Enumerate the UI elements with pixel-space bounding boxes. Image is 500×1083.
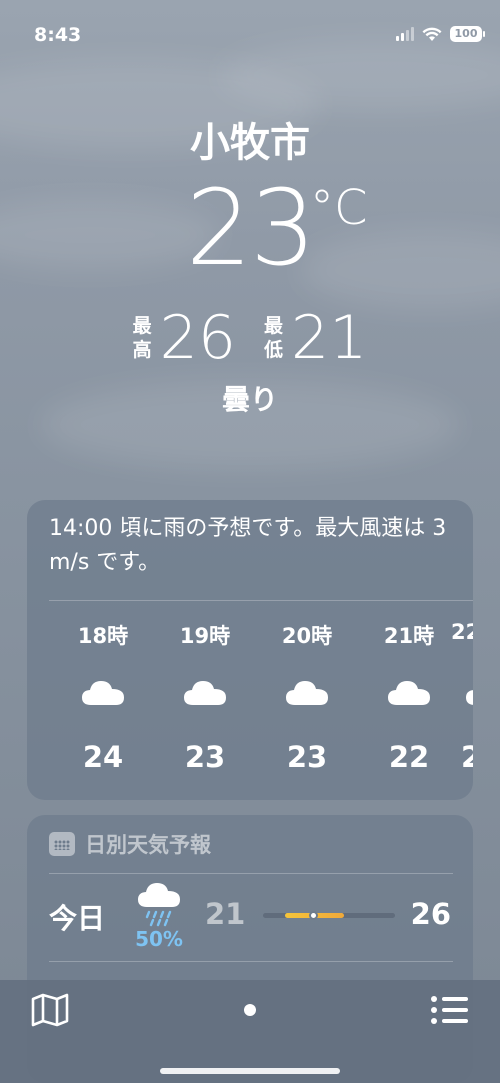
hourly-forecast-card[interactable]: 14:00 頃に雨の予想です。最大風速は 3 m/s です。 18時 24 19… [27, 500, 473, 800]
day-low: 21 [205, 897, 246, 931]
home-indicator[interactable] [160, 1068, 340, 1074]
map-icon[interactable] [30, 992, 70, 1032]
status-time: 8:43 [34, 24, 82, 46]
daily-header-label: 日別天気予報 [85, 833, 211, 857]
daily-header: 日別天気予報 [49, 829, 211, 859]
battery-icon: 100 [450, 26, 485, 42]
high-low: 最 高 26 最 低 21 [0, 304, 500, 372]
current-temperature-block: 23 [0, 168, 500, 288]
cloud-icon [465, 678, 473, 710]
day-high: 26 [410, 897, 451, 931]
high-label: 最 高 [132, 315, 152, 361]
temp-range-bar [263, 911, 395, 920]
page-indicator-dot[interactable] [244, 1004, 256, 1016]
calendar-icon [49, 832, 75, 856]
high-temp: 最 高 26 [133, 304, 236, 372]
current-temp-marker [309, 911, 319, 920]
low-value: 21 [291, 303, 368, 373]
daily-divider [49, 961, 453, 962]
list-icon[interactable] [430, 994, 470, 1030]
day-label: 今日 [49, 902, 106, 935]
temperature-unit: °C [310, 180, 368, 236]
wifi-icon [422, 27, 442, 42]
cellular-signal-icon [396, 27, 414, 41]
high-value: 26 [159, 303, 236, 373]
current-temperature: 23 [185, 167, 316, 289]
low-temp: 最 低 21 [264, 304, 367, 372]
cloud-icon [81, 678, 125, 710]
cloud-icon [183, 678, 227, 710]
low-label: 最 低 [264, 315, 284, 361]
status-bar: 8:43 100 [0, 0, 500, 70]
battery-level: 100 [454, 27, 478, 40]
precip-chance: 50% [135, 927, 183, 951]
cloud-rain-icon [137, 881, 183, 931]
weather-condition: 曇り [221, 383, 278, 416]
bottom-toolbar [0, 980, 500, 1083]
cloud-icon [285, 678, 329, 710]
city-name: 小牧市 [190, 120, 310, 166]
cloud-icon [387, 678, 431, 710]
hourly-scroll[interactable]: 18時 24 19時 23 20時 23 21時 22 22 2 [27, 600, 473, 800]
hourly-summary: 14:00 頃に雨の予想です。最大風速は 3 m/s です。 [49, 516, 447, 575]
status-indicators: 100 [396, 26, 485, 42]
day-row-today[interactable]: 今日 50% 21 26 [27, 873, 473, 961]
